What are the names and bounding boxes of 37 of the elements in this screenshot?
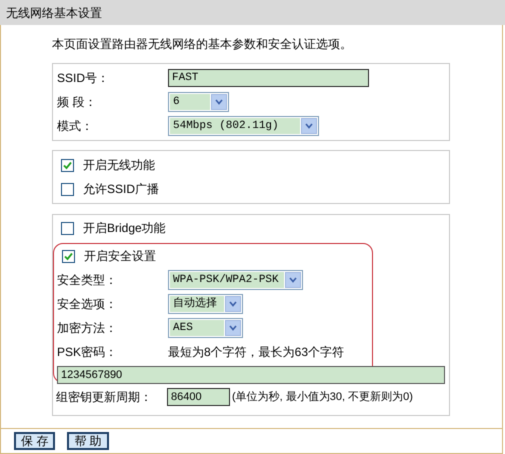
hint-text: 最短为8个字符，最长为63个字符 xyxy=(168,344,344,361)
dropdown-value: 6 xyxy=(170,94,210,110)
form-button[interactable]: 保 存 xyxy=(14,432,56,450)
field-label: 频 段： xyxy=(57,94,98,111)
dropdown-value: AES xyxy=(170,320,224,336)
checkbox-label: 开启Bridge功能 xyxy=(83,220,166,237)
page-title: 无线网络基本设置 xyxy=(6,4,102,22)
dropdown-value: WPA-PSK/WPA2-PSK xyxy=(170,272,284,288)
dropdown-value: 自动选择 xyxy=(170,296,224,312)
field-label: 安全选项： xyxy=(57,296,118,313)
dropdown[interactable]: 自动选择 xyxy=(168,294,243,314)
checkbox[interactable] xyxy=(61,222,74,234)
field-label: 组密钥更新周期： xyxy=(56,389,153,406)
checkbox-label: 开启安全设置 xyxy=(84,248,156,265)
dropdown-value: 54Mbps (802.11g) xyxy=(170,118,300,134)
checkbox[interactable] xyxy=(62,250,75,262)
text-input[interactable]: FAST xyxy=(168,69,369,87)
checkbox-label: 允许SSID广播 xyxy=(83,181,160,198)
dropdown[interactable]: AES xyxy=(168,318,243,338)
field-label: 安全类型： xyxy=(57,272,118,289)
field-label: SSID号： xyxy=(57,70,110,87)
text-input[interactable]: 86400 xyxy=(167,388,230,406)
note-text: (单位为秒, 最小值为30, 不更新则为0) xyxy=(232,390,413,405)
field-label: PSK密码： xyxy=(57,344,118,361)
field-label: 模式： xyxy=(57,118,94,135)
password-input[interactable]: 1234567890 xyxy=(57,366,445,384)
check-icon xyxy=(64,252,73,260)
check-icon xyxy=(63,160,72,170)
field-label: 加密方法： xyxy=(57,320,118,337)
dropdown[interactable]: WPA-PSK/WPA2-PSK xyxy=(168,270,303,290)
checkbox[interactable] xyxy=(61,182,74,196)
form-button[interactable]: 帮 助 xyxy=(67,432,109,450)
intro-text: 本页面设置路由器无线网络的基本参数和安全认证选项。 xyxy=(52,36,353,53)
checkbox[interactable] xyxy=(61,158,74,172)
dropdown[interactable]: 6 xyxy=(168,92,229,112)
dropdown[interactable]: 54Mbps (802.11g) xyxy=(168,116,319,136)
checkbox-label: 开启无线功能 xyxy=(83,157,155,174)
